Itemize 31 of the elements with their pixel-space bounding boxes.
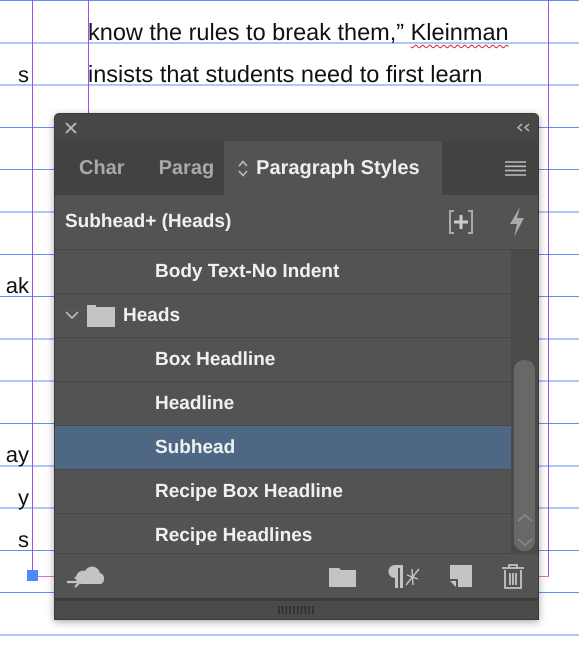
folder-icon[interactable] xyxy=(329,566,356,586)
bracketed-plus-icon[interactable] xyxy=(448,209,474,235)
close-icon[interactable] xyxy=(65,122,77,134)
body-text-fragment: s xyxy=(18,526,29,554)
scrollbar[interactable] xyxy=(511,250,538,553)
menu-icon[interactable] xyxy=(505,160,526,176)
style-item[interactable]: Subhead xyxy=(55,426,511,470)
trash-icon[interactable] xyxy=(502,564,524,588)
body-text-fragment: s xyxy=(18,60,29,89)
new-page-icon[interactable] xyxy=(450,565,472,587)
body-text-line: insists that students need to first learn xyxy=(88,60,482,90)
resize-grip-icon[interactable] xyxy=(278,606,316,614)
frame-handle[interactable] xyxy=(27,570,38,581)
style-group-row[interactable]: Heads xyxy=(55,294,511,338)
chevron-icon[interactable] xyxy=(65,311,79,320)
current-style-label: Subhead+ (Heads) xyxy=(65,211,232,233)
style-item[interactable]: Body Text-No Indent xyxy=(55,250,511,294)
pilcrow-star-icon[interactable] xyxy=(386,564,420,588)
lightning-icon[interactable] xyxy=(508,207,526,237)
body-text-fragment: y xyxy=(18,484,29,512)
style-item[interactable]: Recipe Box Headline xyxy=(55,470,511,514)
style-item[interactable]: Box Headline xyxy=(55,338,511,382)
sort-arrows-icon xyxy=(238,160,248,176)
cloud-arrow-icon[interactable] xyxy=(67,564,105,588)
body-text-fragment: ak xyxy=(6,272,29,300)
folder-icon xyxy=(87,304,115,326)
body-text-line: know the rules to break them,” Kleinman xyxy=(88,18,509,47)
body-text-fragment: ay xyxy=(6,441,29,470)
panel-tab[interactable]: Paragraph Styles xyxy=(224,141,442,195)
group-name: Heads xyxy=(123,304,180,326)
collapse-icon[interactable] xyxy=(517,123,530,132)
